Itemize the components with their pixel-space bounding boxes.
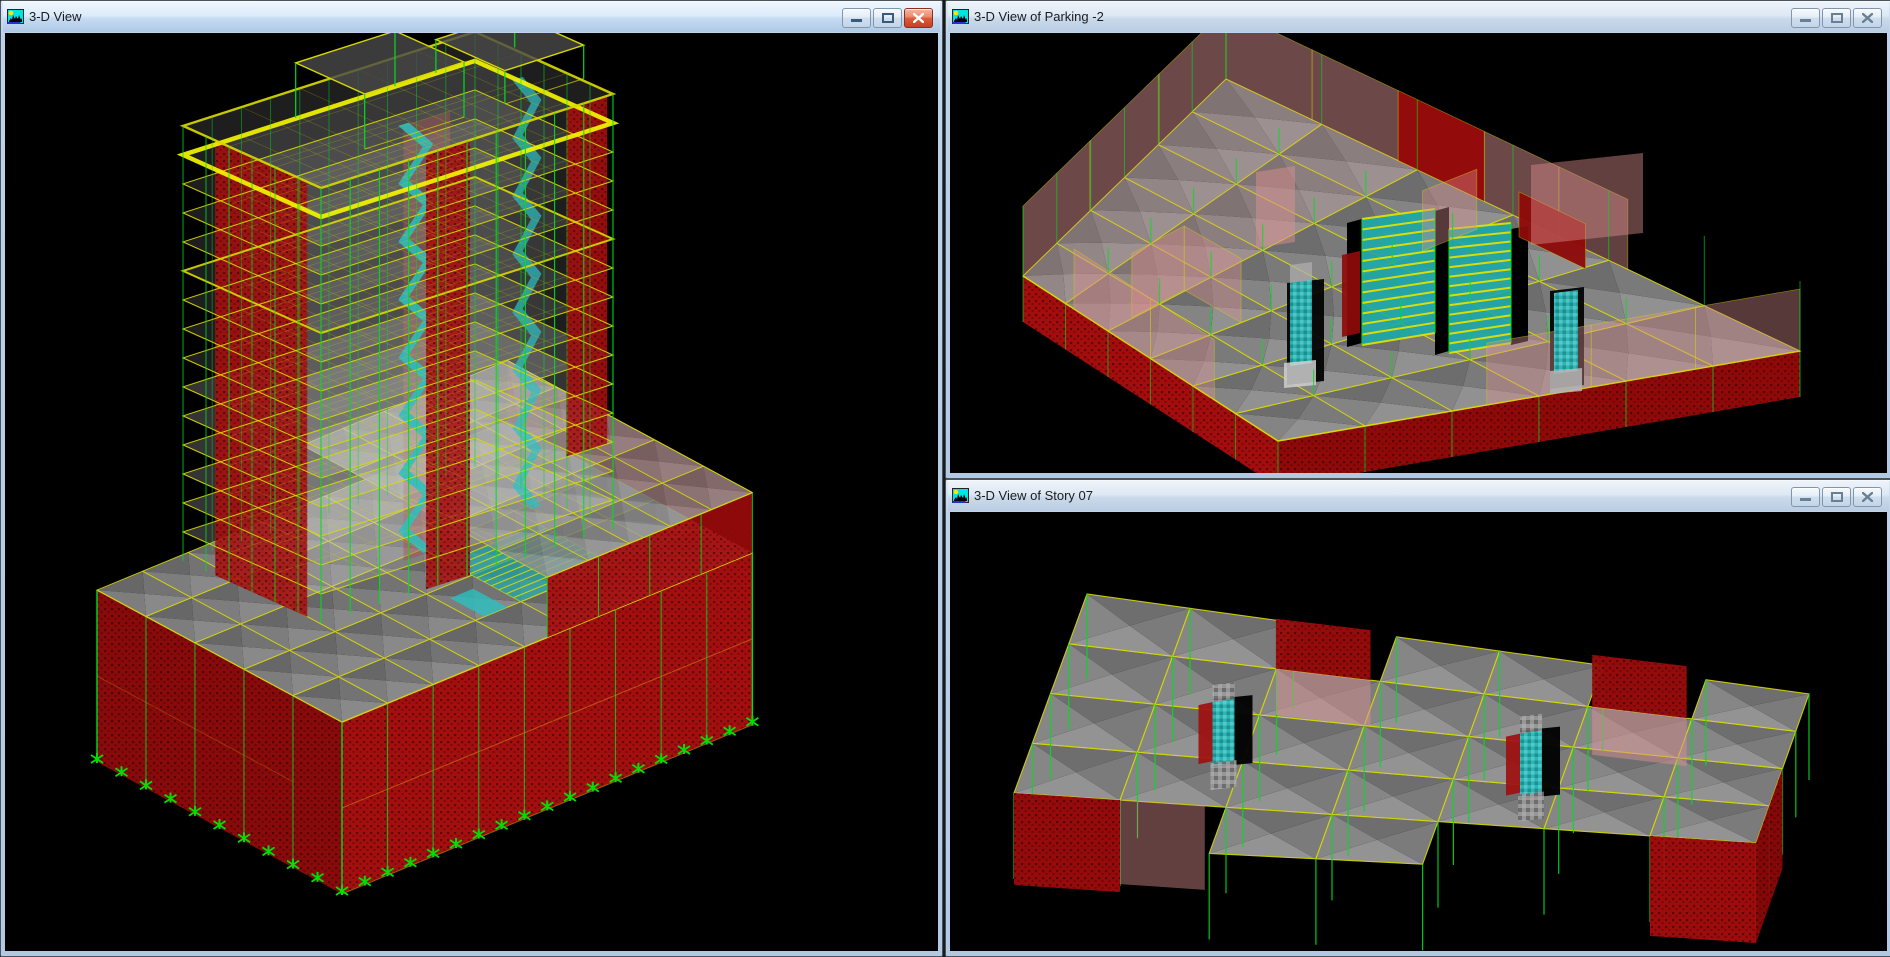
window-title: 3-D View: [29, 9, 82, 25]
window-3d-view: 3-D View: [0, 0, 943, 957]
model-canvas-story07: [950, 512, 1887, 951]
close-icon: [913, 13, 924, 23]
model-canvas-parking: [950, 33, 1887, 473]
close-icon: [1862, 492, 1873, 502]
close-button[interactable]: [904, 8, 933, 28]
minimize-button[interactable]: [1791, 487, 1820, 507]
minimize-button[interactable]: [1791, 8, 1820, 28]
titlebar[interactable]: 3-D View of Parking -2: [948, 2, 1889, 32]
close-button[interactable]: [1853, 487, 1882, 507]
viewport-parking[interactable]: [950, 33, 1887, 473]
3d-model-view-icon: [7, 9, 24, 25]
maximize-button[interactable]: [873, 8, 902, 28]
titlebar[interactable]: 3-D View of Story 07: [948, 481, 1889, 511]
maximize-button[interactable]: [1822, 8, 1851, 28]
maximize-button[interactable]: [1822, 487, 1851, 507]
close-button[interactable]: [1853, 8, 1882, 28]
3d-model-view-icon: [952, 488, 969, 504]
window-title: 3-D View of Parking -2: [974, 9, 1104, 25]
minimize-icon: [851, 14, 862, 23]
window-parking: 3-D View of Parking -2: [945, 0, 1890, 479]
minimize-icon: [1800, 14, 1811, 23]
titlebar[interactable]: 3-D View: [3, 2, 940, 32]
viewport-story07[interactable]: [950, 512, 1887, 951]
maximize-icon: [1831, 492, 1843, 502]
minimize-button[interactable]: [842, 8, 871, 28]
maximize-icon: [1831, 13, 1843, 23]
model-canvas-full-building: [5, 33, 938, 951]
window-title: 3-D View of Story 07: [974, 488, 1093, 504]
3d-model-view-icon: [952, 9, 969, 25]
close-icon: [1862, 13, 1873, 23]
maximize-icon: [882, 13, 894, 23]
viewport-3d-view[interactable]: [5, 33, 938, 951]
minimize-icon: [1800, 493, 1811, 502]
window-story07: 3-D View of Story 07: [945, 479, 1890, 957]
